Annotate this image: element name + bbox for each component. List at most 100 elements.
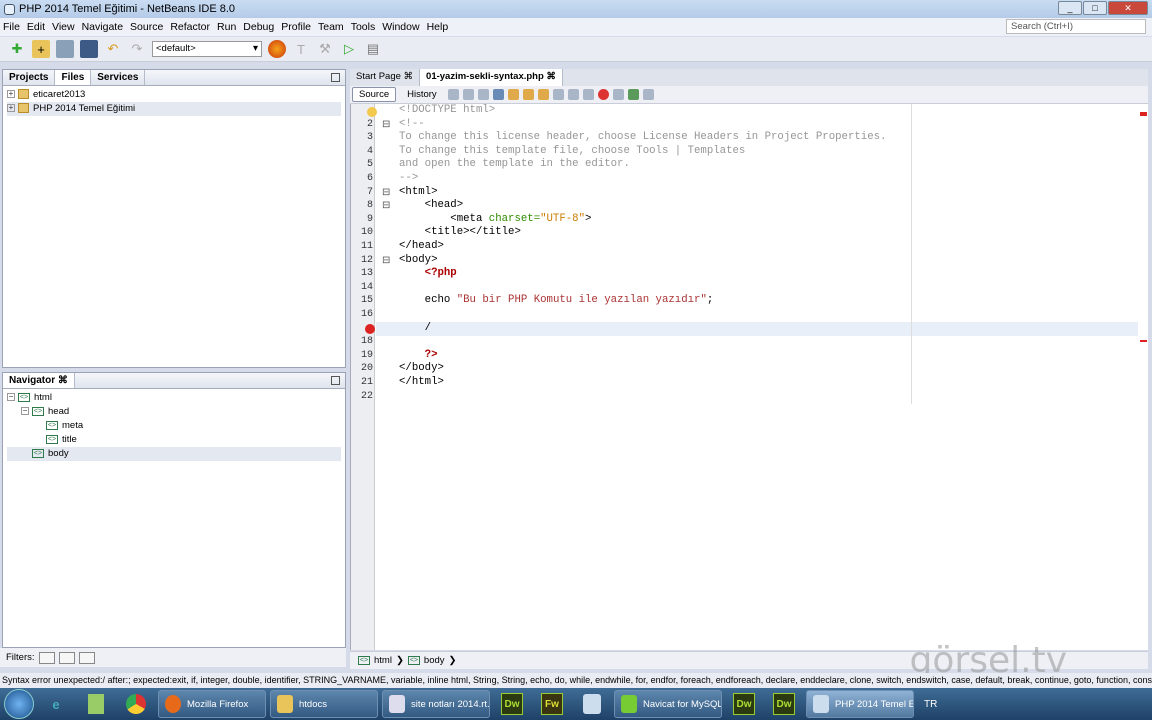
breadcrumb-item[interactable]: <> body [407,655,445,666]
expand-icon[interactable]: + [7,90,15,99]
minimize-button[interactable]: _ [1058,1,1082,15]
stop-macro-icon[interactable] [612,89,624,100]
navigator-label: html [34,392,52,403]
code-token: <html> [399,185,438,198]
menu-view[interactable]: View [52,21,75,33]
menu-file[interactable]: File [3,21,20,33]
filter-fields-toggle[interactable] [38,651,55,664]
fireworks-icon[interactable]: Fw [534,690,570,718]
close-button[interactable]: ✕ [1108,1,1148,15]
navigator-item[interactable]: <> body [7,447,341,461]
menu-debug[interactable]: Debug [243,21,274,33]
maximize-button[interactable]: □ [1083,1,1107,15]
breadcrumb-item[interactable]: <> html [358,655,392,666]
taskbar-wordpad[interactable]: site notları 2014.rt... [382,690,490,718]
tab-source[interactable]: Source [352,87,397,102]
open-project-icon[interactable] [56,40,74,58]
taskbar-netbeans[interactable]: PHP 2014 Temel E... [806,690,914,718]
menu-tools[interactable]: Tools [351,21,376,33]
navigator-item[interactable]: − <> html [7,391,341,405]
undo-icon[interactable]: ↶ [104,40,122,58]
code-line: <?php [399,267,457,281]
dreamweaver-icon-3[interactable]: Dw [766,690,802,718]
fold-toggle-icon[interactable]: ⊟ [382,254,390,268]
minimize-panel-button[interactable] [331,73,340,82]
fold-toggle-icon[interactable]: ⊟ [382,199,390,213]
code-editor[interactable]: 2 3 4 5 6 7 8 9 10 11 12 13 14 15 16 18 19 20 21 22 <!DOCTY… [350,104,1148,650]
project-item[interactable]: + eticaret2013 [7,88,341,102]
search-input[interactable]: Search (Ctrl+I) [1006,19,1146,34]
language-indicator[interactable]: TR [924,699,937,710]
fold-toggle-icon[interactable]: ⊟ [382,118,390,132]
clean-build-icon[interactable]: ⚒ [316,40,334,58]
error-icon[interactable] [365,324,375,334]
menu-team[interactable]: Team [318,21,344,33]
find-icon[interactable] [492,89,504,100]
collapse-icon[interactable]: − [21,407,29,416]
editor-tab[interactable]: Start Page ⌘ [350,69,421,86]
ie-icon[interactable]: e [38,690,74,718]
debug-icon[interactable]: ▤ [364,40,382,58]
shift-left-icon[interactable] [567,89,579,100]
fold-toggle-icon[interactable]: ⊟ [382,186,390,200]
taskbar-htdocs[interactable]: htdocs [270,690,378,718]
menu-window[interactable]: Window [382,21,419,33]
close-tab-icon[interactable]: ⌘ [544,71,556,82]
menu-refactor[interactable]: Refactor [170,21,210,33]
navigator-item[interactable]: − <> head [7,405,341,419]
taskbar-navicat[interactable]: Navicat for MySQL [614,690,722,718]
new-file-icon[interactable]: ✚ [8,40,26,58]
menu-edit[interactable]: Edit [27,21,45,33]
redo-icon[interactable]: ↷ [128,40,146,58]
shift-right-icon[interactable] [582,89,594,100]
dreamweaver-icon-2[interactable]: Dw [726,690,762,718]
menu-help[interactable]: Help [427,21,449,33]
navigator-item[interactable]: <> title [7,433,341,447]
save-all-icon[interactable] [80,40,98,58]
chrome-icon[interactable] [118,690,154,718]
forward-icon[interactable] [477,89,489,100]
hint-bulb-icon[interactable] [367,107,377,117]
filter-static-toggle[interactable] [58,651,75,664]
virtualbox-icon[interactable] [574,690,610,718]
navigator-label: body [48,448,69,459]
taskbar-firefox[interactable]: Mozilla Firefox [158,690,266,718]
record-macro-icon[interactable] [597,89,609,100]
firefox-icon[interactable] [268,40,286,58]
uncomment-icon[interactable] [642,89,654,100]
line-number: 11 [360,241,373,252]
last-edit-icon[interactable] [447,89,459,100]
new-project-icon[interactable]: + [32,40,50,58]
tab-files[interactable]: Files [55,70,92,85]
menu-navigate[interactable]: Navigate [82,21,123,33]
menu-source[interactable]: Source [130,21,163,33]
collapse-icon[interactable]: − [7,393,15,402]
error-stripe-marker[interactable] [1140,112,1147,116]
tab-navigator[interactable]: Navigator ⌘ [3,373,75,388]
tab-projects[interactable]: Projects [3,70,56,85]
build-icon[interactable]: T [292,40,310,58]
expand-icon[interactable]: + [7,104,15,113]
menu-run[interactable]: Run [217,21,236,33]
dreamweaver-icon[interactable]: Dw [494,690,530,718]
bookmark-icon[interactable] [552,89,564,100]
tab-services[interactable]: Services [91,70,146,85]
configuration-select[interactable]: <default> [152,41,262,57]
toggle-highlight-icon[interactable] [537,89,549,100]
tab-history[interactable]: History [400,87,444,102]
navigator-item[interactable]: <> meta [7,419,341,433]
find-next-icon[interactable] [522,89,534,100]
back-icon[interactable] [462,89,474,100]
filter-inherited-toggle[interactable] [78,651,95,664]
editor-tab[interactable]: 01-yazim-sekli-syntax.php ⌘ [420,69,563,86]
menu-profile[interactable]: Profile [281,21,311,33]
run-icon[interactable]: ▷ [340,40,358,58]
notepad-icon[interactable] [78,690,114,718]
minimize-navigator-button[interactable] [331,376,340,385]
find-previous-icon[interactable] [507,89,519,100]
start-button[interactable] [4,689,34,719]
close-tab-icon[interactable]: ⌘ [401,71,414,82]
comment-icon[interactable] [627,89,639,100]
error-stripe-marker[interactable] [1140,340,1147,342]
project-item[interactable]: + PHP 2014 Temel Eğitimi [7,102,341,116]
